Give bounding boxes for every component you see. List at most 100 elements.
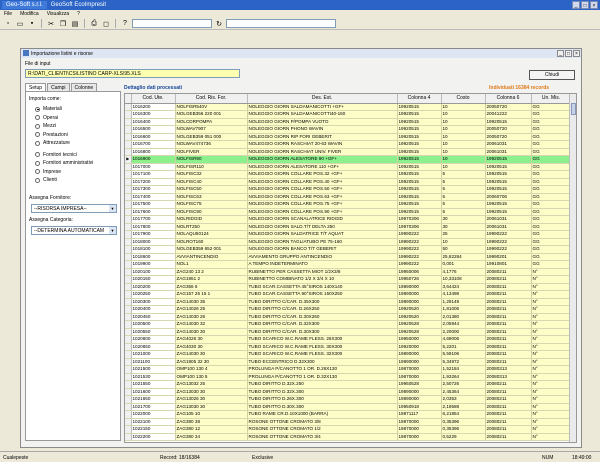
table-cell[interactable]: ZAG380 38: [175, 418, 248, 426]
table-cell[interactable]: GG: [531, 110, 572, 119]
table-cell[interactable]: N°: [531, 373, 572, 381]
table-row[interactable]: 1020150 ZAG1951 2 RUBINETTO COMBINATO 1/2 …: [125, 275, 572, 284]
table-cell[interactable]: 1018000: [131, 238, 176, 246]
table-cell[interactable]: 19920515: [397, 193, 442, 201]
window-tab-ecoimpresit[interactable]: GeoSoft EcoImpresit: [47, 1, 110, 9]
table-cell[interactable]: 20080313: [485, 365, 532, 374]
table-cell[interactable]: 19910801: [485, 260, 532, 269]
toolbar-combo-1[interactable]: [132, 19, 212, 28]
table-cell[interactable]: ZAG14026 25: [175, 305, 248, 314]
table-cell[interactable]: 1021530: [131, 373, 176, 381]
table-cell[interactable]: 1017500: [131, 200, 176, 209]
table-cell[interactable]: 1017400: [131, 193, 176, 201]
table-cell[interactable]: OMP100 130 4: [175, 365, 248, 374]
table-cell[interactable]: NOLEGGIO GIORN COLLARE POS.40 +GF+: [247, 178, 398, 186]
table-cell[interactable]: 19970306: [397, 215, 442, 224]
table-cell[interactable]: 19920515: [397, 140, 442, 149]
table-cell[interactable]: GG: [531, 133, 572, 141]
table-cell[interactable]: 19920515: [397, 133, 442, 141]
table-cell[interactable]: NOLAQU50124: [175, 230, 248, 239]
table-cell[interactable]: ZAG13032 25: [175, 380, 248, 389]
table-cell[interactable]: 10: [441, 103, 486, 111]
table-cell[interactable]: RUBINETTO COMBINATO 1/2 X 3/4 X 10: [247, 275, 398, 284]
table-cell[interactable]: OMP100 130 5: [175, 373, 248, 381]
column-header[interactable]: Cod. Ute.: [131, 94, 176, 104]
table-cell[interactable]: N°: [531, 395, 572, 404]
table-cell[interactable]: AVVIANTINCENDIO: [175, 253, 248, 261]
table-cell[interactable]: 20080211: [485, 350, 532, 359]
table-row[interactable]: 1017300 NOLFISC50 NOLEGGIO GIORN COLLARE P…: [125, 185, 572, 194]
table-cell[interactable]: 20080211: [485, 290, 532, 299]
radio-button-icon[interactable]: [35, 177, 40, 183]
table-cell[interactable]: 20080211: [485, 380, 532, 389]
table-cell[interactable]: ZAG105 10: [175, 410, 248, 419]
save-icon[interactable]: ▪: [27, 19, 37, 29]
table-cell[interactable]: GG: [531, 215, 572, 224]
table-cell[interactable]: 20080211: [485, 343, 532, 351]
table-row[interactable]: 1017100 NOLFISC32 NOLEGGIO GIORN COLLARE P…: [125, 170, 572, 179]
table-cell[interactable]: 19890000: [397, 358, 442, 366]
table-row[interactable]: 1016600 NOLGEB359 051 000 NOLEGGIO GIORN R…: [125, 133, 572, 141]
table-cell[interactable]: NOLEGGIO GIORN P/POMPA VUOTO: [247, 118, 398, 126]
table-cell[interactable]: GG: [531, 245, 572, 254]
table-cell[interactable]: 10: [441, 140, 486, 149]
table-cell[interactable]: 19990222: [397, 245, 442, 254]
table-cell[interactable]: 2,20000: [441, 328, 486, 336]
table-row[interactable]: 1017200 NOLFISC40 NOLEGGIO GIORN COLLARE P…: [125, 178, 572, 186]
table-cell[interactable]: GG: [531, 223, 572, 231]
table-cell[interactable]: NOLFISR110: [175, 163, 248, 171]
radio-option[interactable]: Materiali: [29, 105, 117, 114]
table-row[interactable]: 1018100 NOLGEB359 652 001 NOLEGGIO GIORN B…: [125, 245, 572, 254]
toolbar-combo-2[interactable]: [226, 19, 336, 28]
table-cell[interactable]: 1020650: [131, 343, 176, 351]
table-cell[interactable]: TUBO RAME CR.D.10X1000 (BARRA): [247, 410, 398, 419]
table-cell[interactable]: 20060706: [485, 193, 532, 201]
table-cell[interactable]: NOLEGGIO GIORN RASCHIAT 20-63 WAVIN: [247, 140, 398, 149]
table-cell[interactable]: 19920515: [397, 148, 442, 156]
table-cell[interactable]: 20080211: [485, 388, 532, 396]
table-cell[interactable]: NOLFISC75: [175, 200, 248, 209]
table-row[interactable]: 1021530 OMP100 130 5 PROLUNGA P/CANOTTO 1 …: [125, 373, 572, 381]
table-row[interactable]: 1022200 ZAG380 34 ROSONE OTTONE CROMATO 3/…: [125, 433, 572, 441]
table-cell[interactable]: N°: [531, 268, 572, 276]
table-cell[interactable]: NOLFISC90: [175, 208, 248, 216]
table-cell[interactable]: RUBINETTO PER CASSETTA MIOT 1/2X3/8: [247, 268, 398, 276]
table-cell[interactable]: 20080211: [485, 358, 532, 366]
paste-icon[interactable]: ▤: [70, 19, 80, 29]
table-cell[interactable]: GG: [531, 253, 572, 261]
cut-icon[interactable]: ✂: [46, 19, 56, 29]
table-cell[interactable]: NOLEGGIO GIORN COLLARE POS.50 +GF+: [247, 185, 398, 194]
table-cell[interactable]: 1,81006: [441, 305, 486, 314]
table-cell[interactable]: 25: [441, 230, 486, 239]
table-cell[interactable]: NOLFISR90: [175, 155, 248, 164]
copy-icon[interactable]: ❐: [58, 19, 68, 29]
table-cell[interactable]: 20080211: [485, 335, 532, 344]
table-cell[interactable]: 2,45364: [441, 388, 486, 396]
table-cell[interactable]: 1018100: [131, 245, 176, 254]
table-cell[interactable]: ZAG1905 32 30: [175, 358, 248, 366]
table-cell[interactable]: NOLWAV7907: [175, 125, 248, 134]
table-cell[interactable]: 19920515: [485, 170, 532, 179]
table-cell[interactable]: 1020200: [131, 283, 176, 291]
table-cell[interactable]: N°: [531, 313, 572, 321]
table-cell[interactable]: 0,5229: [441, 433, 486, 441]
table-cell[interactable]: 19920515: [397, 170, 442, 179]
category-select[interactable]: --DETERMINA AUTOMATICAM ▼: [31, 225, 117, 235]
table-cell[interactable]: 1017200: [131, 178, 176, 186]
table-row[interactable]: 1021700 ZAG13030 30 TUBO DIRITTO D.30X.300…: [125, 403, 572, 411]
table-cell[interactable]: GG: [531, 185, 572, 194]
table-cell[interactable]: 5: [441, 193, 486, 201]
table-cell[interactable]: 20041222: [485, 110, 532, 119]
table-row[interactable]: 1021500 OMP100 130 4 PROLUNGA P/CANOTTO 1 …: [125, 365, 572, 374]
table-cell[interactable]: 5: [441, 185, 486, 194]
table-cell[interactable]: TUBO SCAR.CASSETTA 90°SIROS 150X250: [247, 290, 398, 299]
table-cell[interactable]: ZAG14030 30: [175, 350, 248, 359]
radio-button-icon[interactable]: [35, 169, 40, 175]
table-cell[interactable]: 1018600: [131, 253, 176, 261]
table-cell[interactable]: GG: [531, 238, 572, 246]
new-icon[interactable]: ▫: [3, 19, 13, 29]
table-cell[interactable]: 1020600: [131, 335, 176, 344]
table-cell[interactable]: 20080211: [485, 320, 532, 329]
table-cell[interactable]: 6,21854: [441, 410, 486, 419]
table-cell[interactable]: TUBO ECCENTRICO D.32X300: [247, 358, 398, 366]
